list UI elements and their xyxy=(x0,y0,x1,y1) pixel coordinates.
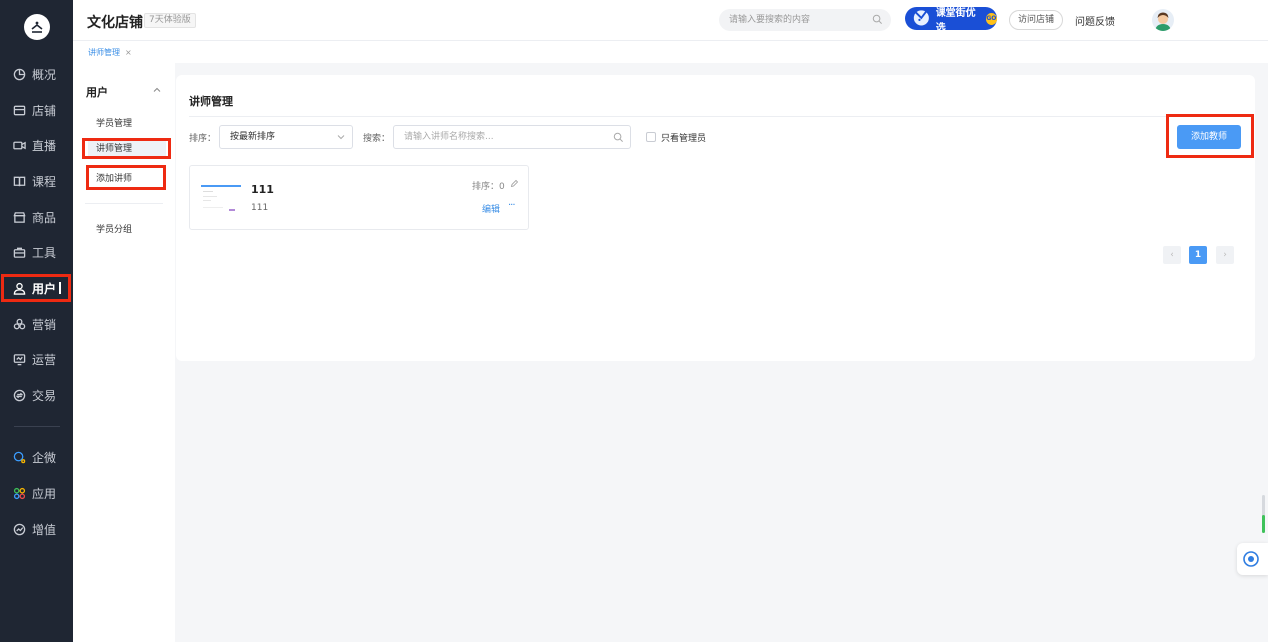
search-icon[interactable] xyxy=(613,132,624,143)
visit-store-button[interactable]: 访问店铺 xyxy=(1009,10,1063,30)
trial-badge: 7天体验版 xyxy=(144,13,196,28)
teacher-card: 111 111 排序：0 编辑 ··· xyxy=(189,165,529,230)
sidebar-item-marketing[interactable]: 营销 xyxy=(0,310,73,338)
chevron-up-icon[interactable] xyxy=(153,86,161,94)
monitor-icon xyxy=(12,352,26,366)
teacher-desc: 111 xyxy=(251,203,269,213)
sidebar-item-label: 企微 xyxy=(32,450,57,465)
sort-label: 排序： xyxy=(189,134,217,144)
exchange-icon xyxy=(12,388,26,402)
sidebar-item-tools[interactable]: 工具 xyxy=(0,238,73,266)
sidebar-item-label: 交易 xyxy=(32,388,57,403)
teacher-sort-value: 排序：0 xyxy=(472,182,505,192)
promo-go-badge: GO xyxy=(985,12,997,25)
mascot-icon xyxy=(913,9,929,25)
scroll-indicator[interactable] xyxy=(1262,495,1265,533)
feedback-link[interactable]: 问题反馈 xyxy=(1075,13,1115,28)
annotation-box-users xyxy=(1,274,71,302)
sidebar-item-course[interactable]: 课程 xyxy=(0,167,73,195)
page-title: 讲师管理 xyxy=(189,95,233,108)
sidebar-item-live[interactable]: 直播 xyxy=(0,131,73,159)
chevron-down-icon xyxy=(337,135,345,140)
admin-only-checkbox[interactable] xyxy=(646,132,656,142)
submenu-divider xyxy=(85,203,163,204)
shop-name: 文化店铺 xyxy=(87,15,143,31)
edit-teacher-link[interactable]: 编辑 xyxy=(482,202,500,215)
submenu-item-student-groups[interactable]: 学员分组 xyxy=(96,222,132,235)
tab-teacher-management[interactable]: 讲师管理 × xyxy=(88,47,132,58)
sidebar-item-label: 增值 xyxy=(32,522,57,537)
title-divider xyxy=(189,116,1242,117)
sidebar-item-apps[interactable]: 应用 xyxy=(0,479,73,507)
avatar[interactable] xyxy=(1152,9,1174,31)
wecom-icon xyxy=(12,450,26,464)
apps-icon xyxy=(12,486,26,500)
annotation-box-add-button xyxy=(1166,114,1254,158)
sort-select-value: 按最新排序 xyxy=(230,132,276,142)
teacher-search-placeholder: 请输入讲师名称搜索... xyxy=(404,132,494,142)
sidebar-item-label: 商品 xyxy=(32,210,57,225)
sidebar-item-store[interactable]: 店铺 xyxy=(0,96,73,124)
sidebar-item-wecom[interactable]: 企微 xyxy=(0,443,73,471)
sidebar-item-label: 工具 xyxy=(32,245,57,260)
sidebar-item-label: 概况 xyxy=(32,67,57,82)
marketing-icon xyxy=(12,317,26,331)
sidebar-item-label: 营销 xyxy=(32,317,57,332)
pie-chart-icon xyxy=(12,67,26,81)
sidebar-item-growth[interactable]: 增值 xyxy=(0,515,73,543)
promo-banner-button[interactable]: 课堂街优选 GO xyxy=(905,7,997,34)
sidebar-item-label: 课程 xyxy=(32,174,57,189)
tab-label: 讲师管理 xyxy=(88,48,120,57)
sidebar-item-operation[interactable]: 运营 xyxy=(0,345,73,373)
sidebar-item-label: 直播 xyxy=(32,138,57,153)
annotation-box-teachers xyxy=(82,138,171,159)
search-label: 搜索： xyxy=(363,134,391,144)
submenu-title: 用户 xyxy=(86,86,108,99)
shop-icon xyxy=(12,210,26,224)
main-sidebar: 概况 店铺 直播 课程 商品 工具 用户 营销 运营 交易 企微 应用 增值 xyxy=(0,0,73,642)
sidebar-item-goods[interactable]: 商品 xyxy=(0,203,73,231)
more-icon[interactable]: ··· xyxy=(508,200,515,211)
search-icon[interactable] xyxy=(872,14,883,25)
tab-bar: 讲师管理 × xyxy=(73,41,1268,63)
teacher-thumbnail xyxy=(200,182,242,218)
headset-icon xyxy=(1243,551,1259,567)
growth-icon xyxy=(12,522,26,536)
pagination-page-1[interactable]: 1 xyxy=(1189,246,1207,264)
pagination-prev-button[interactable]: ‹ xyxy=(1163,246,1181,264)
store-icon xyxy=(12,103,26,117)
sidebar-divider xyxy=(14,426,60,427)
sidebar-item-overview[interactable]: 概况 xyxy=(0,60,73,88)
book-icon xyxy=(12,174,26,188)
pagination-next-button[interactable]: › xyxy=(1216,246,1234,264)
toolbox-icon xyxy=(12,245,26,259)
logo-icon[interactable] xyxy=(24,14,50,40)
close-icon[interactable]: × xyxy=(125,48,132,57)
admin-only-label: 只看管理员 xyxy=(661,134,707,144)
camera-icon xyxy=(12,138,26,152)
pencil-icon[interactable] xyxy=(510,179,519,188)
sidebar-item-label: 应用 xyxy=(32,486,57,501)
top-header: 文化店铺 7天体验版 请输入要搜索的内容 课堂街优选 GO 访问店铺 问题反馈 xyxy=(73,0,1268,41)
sidebar-item-label: 店铺 xyxy=(32,103,57,118)
submenu-item-students[interactable]: 学员管理 xyxy=(96,116,132,129)
teacher-search-input[interactable]: 请输入讲师名称搜索... xyxy=(393,125,631,149)
sidebar-item-label: 运营 xyxy=(32,352,57,367)
annotation-box-add-teacher xyxy=(86,165,166,190)
app-root: 概况 店铺 直播 课程 商品 工具 用户 营销 运营 交易 企微 应用 增值 文… xyxy=(0,0,1268,642)
global-search-input[interactable]: 请输入要搜索的内容 xyxy=(719,9,891,31)
promo-label: 课堂街优选 xyxy=(935,7,976,34)
teacher-management-card: 讲师管理 排序： 按最新排序 搜索： 请输入讲师名称搜索... 只看管理员 添加… xyxy=(176,75,1255,361)
sort-select[interactable]: 按最新排序 xyxy=(219,125,353,149)
sidebar-item-trade[interactable]: 交易 xyxy=(0,381,73,409)
global-search-placeholder: 请输入要搜索的内容 xyxy=(729,15,811,25)
teacher-name: 111 xyxy=(251,183,274,196)
customer-service-button[interactable] xyxy=(1237,543,1268,575)
